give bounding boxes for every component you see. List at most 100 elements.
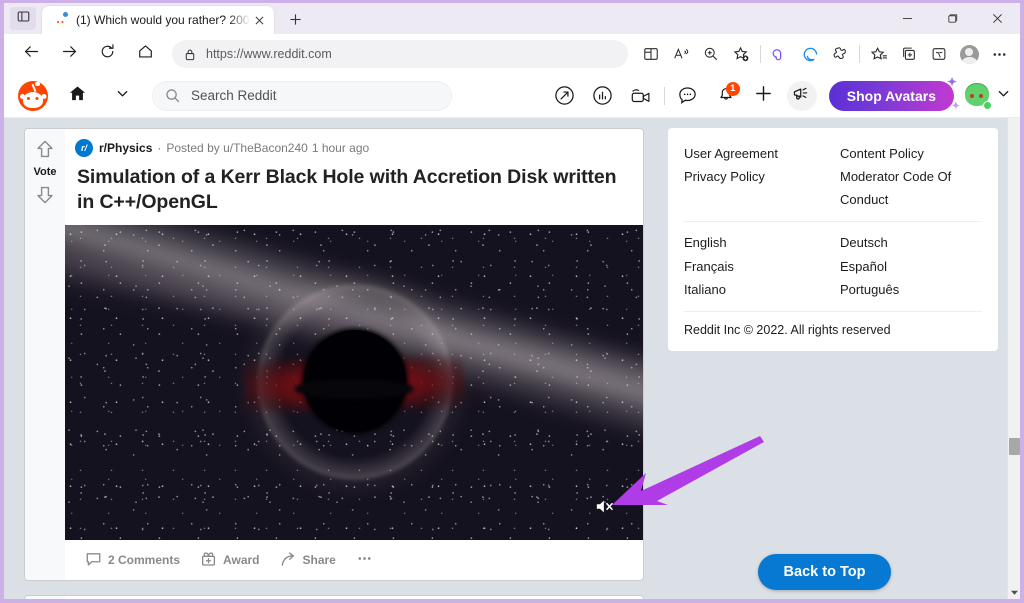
new-tab-button[interactable] bbox=[282, 8, 308, 32]
back-arrow-icon bbox=[23, 43, 40, 65]
right-sidebar: User Agreement Content Policy Privacy Po… bbox=[668, 128, 998, 599]
shop-avatars-button[interactable]: Shop Avatars ✦ ✦ bbox=[829, 81, 954, 111]
award-button[interactable]: Award bbox=[192, 547, 267, 572]
edge-icon[interactable] bbox=[795, 39, 825, 69]
read-aloud-icon[interactable] bbox=[666, 39, 696, 69]
footer-divider-1 bbox=[684, 221, 982, 222]
notification-badge: 1 bbox=[726, 82, 740, 96]
search-icon bbox=[165, 88, 181, 104]
language-english[interactable]: English bbox=[684, 231, 826, 254]
post-media-video[interactable] bbox=[65, 225, 643, 540]
language-italiano[interactable]: Italiano bbox=[684, 278, 826, 301]
collections-icon[interactable] bbox=[894, 39, 924, 69]
reddit-home-button[interactable] bbox=[60, 79, 94, 113]
advertise-button[interactable] bbox=[787, 81, 817, 111]
megaphone-icon bbox=[792, 84, 811, 108]
award-label: Award bbox=[223, 553, 259, 567]
post-author[interactable]: Posted by u/TheBacon240 bbox=[166, 141, 307, 155]
toolbar-icon-group bbox=[636, 39, 1020, 69]
disk-front-occlusion bbox=[294, 379, 414, 399]
zoom-in-icon[interactable] bbox=[696, 39, 726, 69]
post-meta-next: r/ r/tifu · Posted by u/itsmelancholydan… bbox=[65, 596, 643, 599]
create-post-button[interactable] bbox=[749, 81, 779, 111]
search-bar[interactable] bbox=[152, 81, 452, 111]
extensions-icon[interactable] bbox=[825, 39, 855, 69]
back-to-top-button[interactable]: Back to Top bbox=[758, 554, 891, 590]
footer-link-content-policy[interactable]: Content Policy bbox=[840, 142, 982, 165]
home-button[interactable] bbox=[128, 37, 162, 71]
tab-title: (1) Which would you rather? 200 bbox=[76, 13, 250, 27]
favorites-icon[interactable] bbox=[864, 39, 894, 69]
share-label: Share bbox=[303, 553, 336, 567]
comments-button[interactable]: 2 Comments bbox=[77, 547, 188, 572]
user-menu-chevron[interactable] bbox=[992, 81, 1014, 111]
post-title[interactable]: Simulation of a Kerr Black Hole with Acc… bbox=[65, 157, 643, 225]
share-arrow-icon bbox=[280, 551, 297, 568]
reddit-snoo-icon bbox=[52, 12, 68, 28]
tab-actions-button[interactable] bbox=[10, 7, 36, 30]
reload-button[interactable] bbox=[90, 37, 124, 71]
close-window-button[interactable] bbox=[975, 3, 1020, 34]
header-divider bbox=[664, 87, 665, 105]
share-button[interactable]: Share bbox=[272, 547, 344, 572]
scrollbar-thumb[interactable] bbox=[1009, 438, 1020, 455]
reddit-header: 1 bbox=[4, 74, 1020, 118]
sparkle-icon-2: ✦ bbox=[952, 101, 960, 112]
browser-tab[interactable]: (1) Which would you rather? 200 bbox=[42, 6, 274, 34]
split-screen-icon[interactable] bbox=[636, 39, 666, 69]
post-timestamp: 1 hour ago bbox=[312, 141, 369, 155]
footer-link-user-agreement[interactable]: User Agreement bbox=[684, 142, 826, 165]
mute-toggle-button[interactable] bbox=[595, 498, 619, 520]
language-deutsch[interactable]: Deutsch bbox=[840, 231, 982, 254]
avatar bbox=[960, 45, 979, 64]
forward-arrow-icon bbox=[61, 43, 78, 65]
copilot-icon[interactable] bbox=[765, 39, 795, 69]
search-input[interactable] bbox=[191, 88, 439, 103]
chevron-down-icon bbox=[997, 87, 1010, 105]
add-favorite-icon[interactable] bbox=[726, 39, 756, 69]
settings-more-icon[interactable] bbox=[984, 39, 1014, 69]
footer-card: User Agreement Content Policy Privacy Po… bbox=[668, 128, 998, 351]
forward-button[interactable] bbox=[52, 37, 86, 71]
plus-icon bbox=[289, 12, 302, 29]
footer-link-privacy-policy[interactable]: Privacy Policy bbox=[684, 165, 826, 211]
chat-icon[interactable] bbox=[673, 81, 703, 111]
home-icon bbox=[68, 84, 87, 108]
reddit-nav-dropdown[interactable] bbox=[108, 79, 136, 113]
maximize-button[interactable] bbox=[930, 3, 975, 34]
math-solver-icon[interactable] bbox=[924, 39, 954, 69]
browser-toolbar: https://www.reddit.com bbox=[4, 34, 1020, 74]
comments-label: 2 Comments bbox=[108, 553, 180, 567]
trending-chart-icon[interactable] bbox=[588, 81, 618, 111]
browser-window-inner: (1) Which would you rather? 200 bbox=[4, 3, 1020, 599]
shop-avatars-label: Shop Avatars bbox=[847, 88, 936, 104]
language-portugues[interactable]: Português bbox=[840, 278, 982, 301]
popular-icon[interactable] bbox=[550, 81, 580, 111]
address-bar[interactable]: https://www.reddit.com bbox=[172, 40, 628, 68]
plus-icon bbox=[754, 84, 773, 108]
back-button[interactable] bbox=[14, 37, 48, 71]
user-avatar-icon[interactable] bbox=[962, 81, 992, 111]
reddit-logo-icon[interactable] bbox=[18, 81, 48, 111]
policy-link-grid: User Agreement Content Policy Privacy Po… bbox=[684, 142, 982, 211]
video-icon[interactable] bbox=[626, 81, 656, 111]
language-link-grid: English Deutsch Français Español Italian… bbox=[684, 231, 982, 300]
window-controls bbox=[885, 3, 1020, 34]
language-espanol[interactable]: Español bbox=[840, 255, 982, 278]
post-card-next: r/ r/tifu · Posted by u/itsmelancholydan… bbox=[24, 595, 644, 599]
post-more-button[interactable] bbox=[348, 546, 381, 574]
footer-link-moderator-code[interactable]: Moderator Code Of Conduct bbox=[840, 165, 982, 211]
downvote-arrow-icon[interactable] bbox=[34, 184, 56, 206]
notifications-button[interactable]: 1 bbox=[711, 81, 741, 111]
upvote-arrow-icon[interactable] bbox=[34, 138, 56, 160]
sparkle-icon: ✦ bbox=[947, 75, 957, 89]
comment-bubble-icon bbox=[85, 551, 102, 568]
profile-icon[interactable] bbox=[954, 39, 984, 69]
minimize-button[interactable] bbox=[885, 3, 930, 34]
subreddit-link[interactable]: r/Physics bbox=[99, 141, 152, 155]
page-scrollbar[interactable] bbox=[1007, 118, 1020, 599]
url-text: https://www.reddit.com bbox=[206, 47, 332, 61]
scrollbar-down-arrow[interactable] bbox=[1008, 585, 1020, 599]
language-francais[interactable]: Français bbox=[684, 255, 826, 278]
close-icon[interactable] bbox=[250, 11, 268, 29]
